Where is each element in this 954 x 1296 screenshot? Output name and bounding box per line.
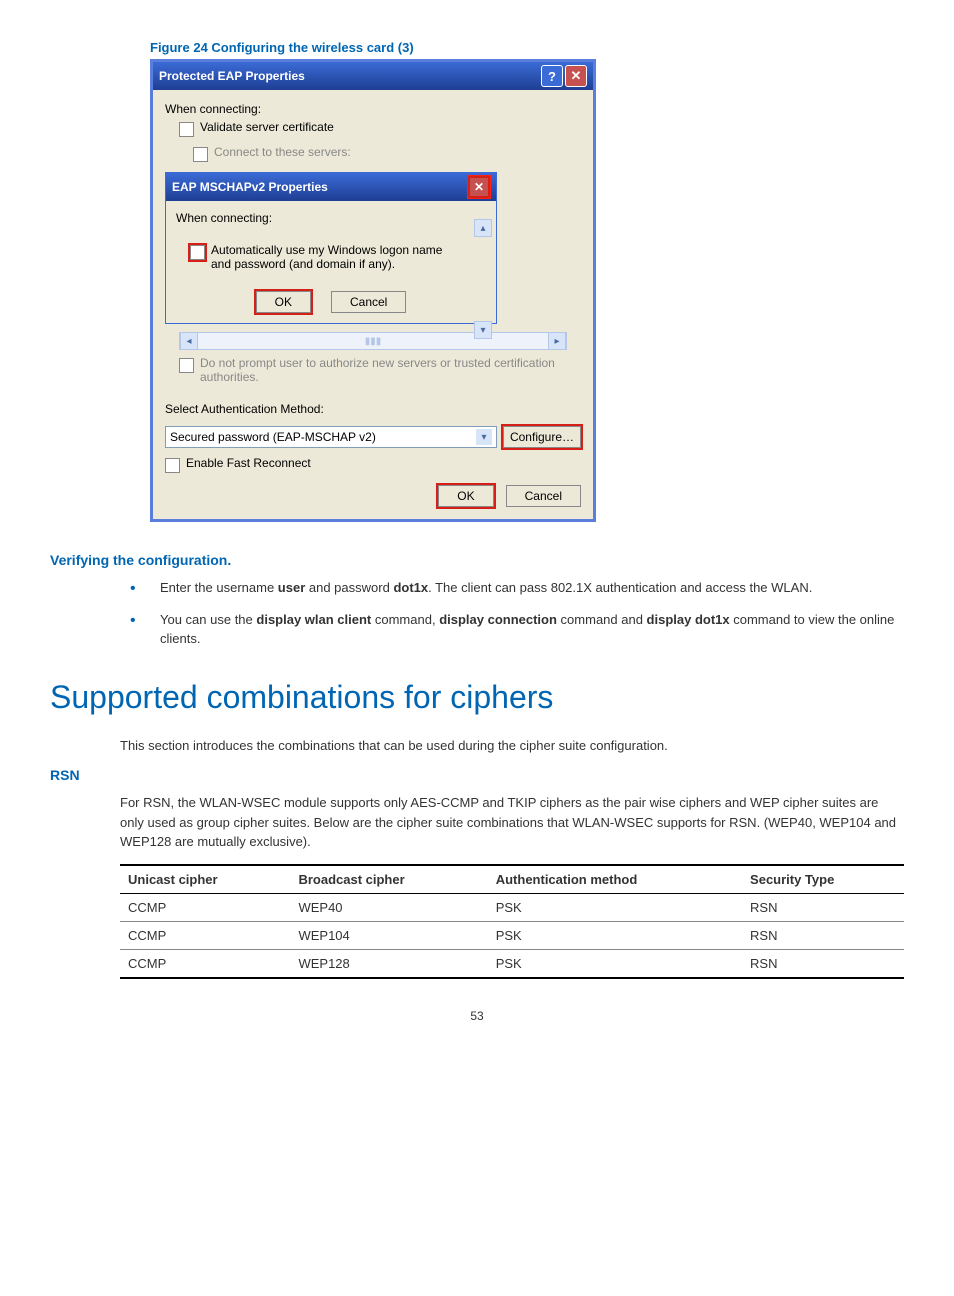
validate-cert-checkbox[interactable] — [179, 122, 194, 137]
scroll-down-icon[interactable]: ▾ — [474, 321, 492, 339]
help-button[interactable]: ? — [541, 65, 563, 87]
close-button[interactable]: ✕ — [565, 65, 587, 87]
sub-when-connecting-label: When connecting: — [176, 211, 486, 225]
table-row: CCMPWEP40PSKRSN — [120, 893, 904, 921]
list-item: You can use the display wlan client comm… — [130, 610, 904, 649]
connect-servers-checkbox[interactable] — [193, 147, 208, 162]
rsn-paragraph: For RSN, the WLAN-WSEC module supports o… — [120, 793, 904, 852]
auto-logon-checkbox[interactable] — [190, 245, 205, 260]
auto-logon-label: Automatically use my Windows logon name … — [211, 243, 456, 271]
chevron-down-icon: ▾ — [476, 429, 492, 445]
fast-reconnect-label: Enable Fast Reconnect — [186, 456, 311, 470]
protected-eap-dialog: Protected EAP Properties ? ✕ When connec… — [150, 59, 596, 522]
sub-ok-button[interactable]: OK — [256, 291, 311, 313]
connect-servers-label: Connect to these servers: — [214, 145, 351, 159]
do-not-prompt-checkbox[interactable] — [179, 358, 194, 373]
auth-method-dropdown[interactable]: Secured password (EAP-MSCHAP v2) ▾ — [165, 426, 497, 448]
table-header: Unicast cipher — [120, 865, 290, 894]
cipher-table: Unicast cipher Broadcast cipher Authenti… — [120, 864, 904, 979]
verify-heading: Verifying the configuration. — [50, 552, 904, 568]
vertical-scrollbar[interactable]: ▴ ▾ — [474, 219, 492, 339]
ok-button[interactable]: OK — [438, 485, 493, 507]
main-title: Supported combinations for ciphers — [50, 679, 904, 716]
table-header: Authentication method — [488, 865, 742, 894]
configure-button[interactable]: Configure… — [503, 426, 581, 448]
table-row: CCMPWEP128PSKRSN — [120, 949, 904, 978]
dialog-title: Protected EAP Properties — [159, 69, 305, 83]
when-connecting-label: When connecting: — [165, 102, 581, 116]
figure-caption: Figure 24 Configuring the wireless card … — [150, 40, 904, 55]
horizontal-scrollbar[interactable]: ◂ ▮▮▮ ▸ — [179, 332, 567, 350]
do-not-prompt-label: Do not prompt user to authorize new serv… — [200, 356, 581, 384]
sub-close-button[interactable]: ✕ — [468, 176, 490, 198]
scroll-track[interactable]: ▮▮▮ — [198, 336, 548, 347]
scroll-right-icon[interactable]: ▸ — [548, 332, 566, 350]
sub-titlebar: EAP MSCHAPv2 Properties ✕ — [166, 173, 496, 201]
bullet-list: Enter the username user and password dot… — [50, 578, 904, 649]
sub-dialog-title: EAP MSCHAPv2 Properties — [172, 180, 328, 194]
table-header: Security Type — [742, 865, 904, 894]
validate-cert-label: Validate server certificate — [200, 120, 334, 134]
page-number: 53 — [50, 1009, 904, 1023]
list-item: Enter the username user and password dot… — [130, 578, 904, 598]
scroll-left-icon[interactable]: ◂ — [180, 332, 198, 350]
cancel-button[interactable]: Cancel — [506, 485, 581, 507]
scroll-up-icon[interactable]: ▴ — [474, 219, 492, 237]
screenshot: Protected EAP Properties ? ✕ When connec… — [150, 59, 904, 522]
intro-paragraph: This section introduces the combinations… — [120, 736, 904, 756]
rsn-heading: RSN — [50, 767, 904, 783]
sub-cancel-button[interactable]: Cancel — [331, 291, 406, 313]
auth-method-value: Secured password (EAP-MSCHAP v2) — [170, 430, 376, 444]
eap-mschapv2-dialog: EAP MSCHAPv2 Properties ✕ ▴ ▾ When conne… — [165, 172, 497, 324]
fast-reconnect-checkbox[interactable] — [165, 458, 180, 473]
titlebar: Protected EAP Properties ? ✕ — [153, 62, 593, 90]
table-row: CCMPWEP104PSKRSN — [120, 921, 904, 949]
table-header: Broadcast cipher — [290, 865, 487, 894]
select-auth-label: Select Authentication Method: — [165, 402, 581, 416]
